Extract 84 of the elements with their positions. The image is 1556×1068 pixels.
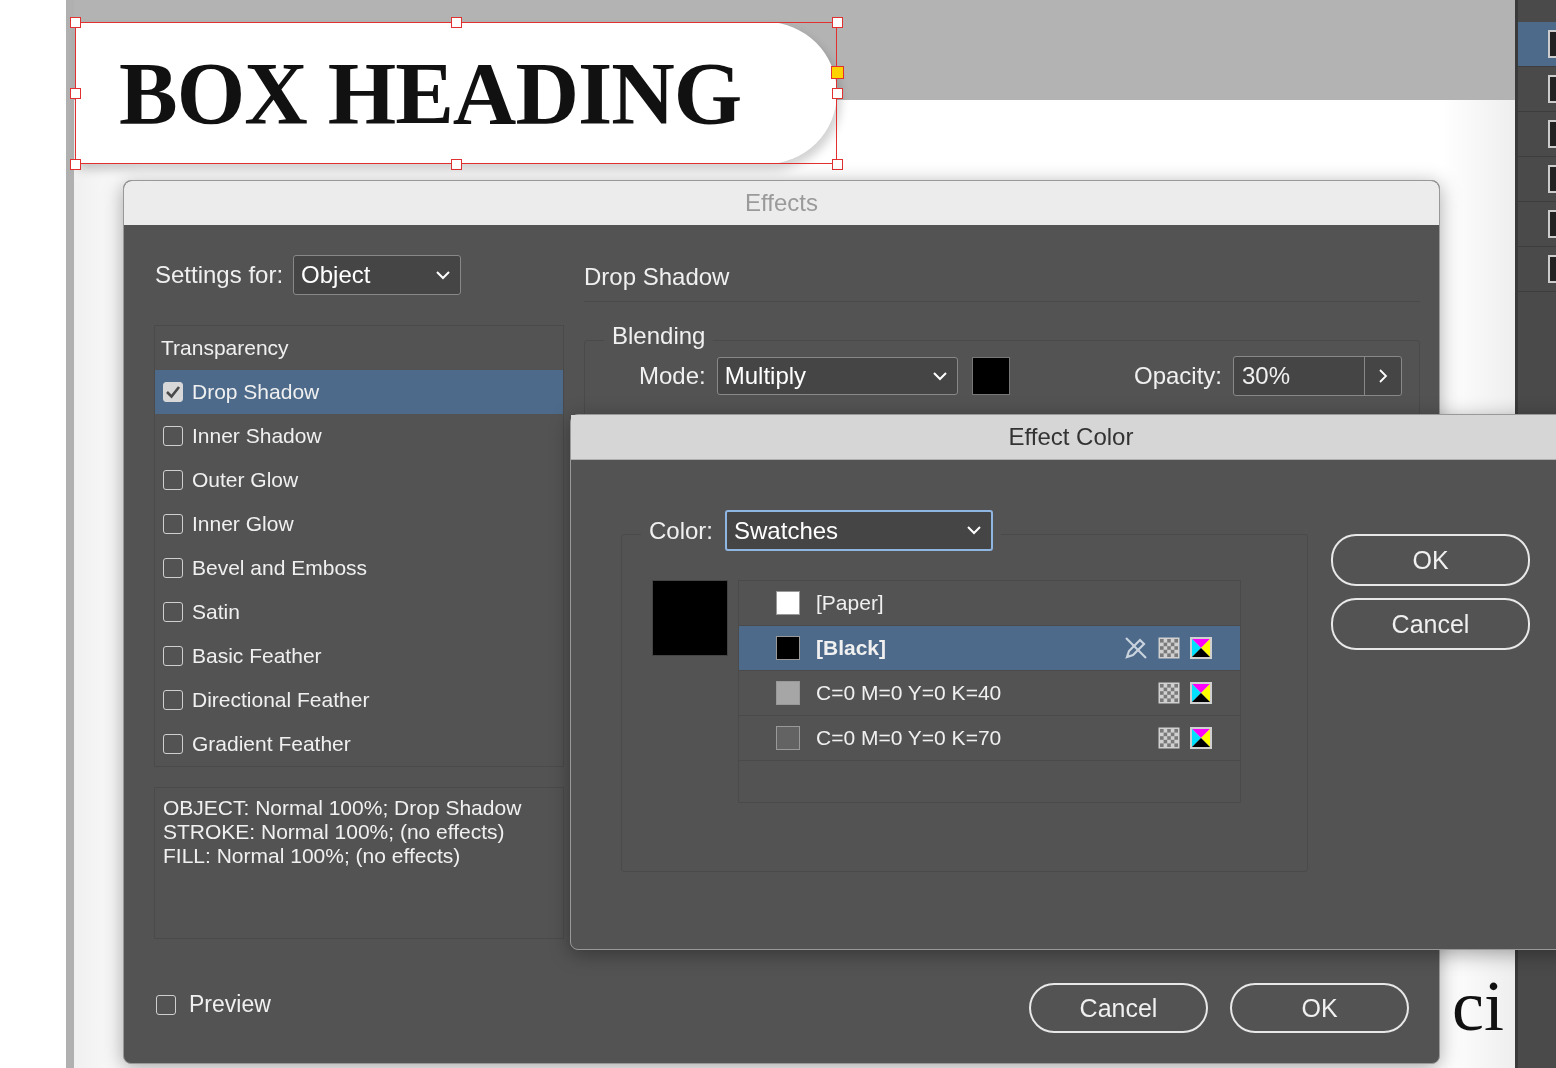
checkbox[interactable] — [163, 690, 183, 710]
mode-label: Mode: — [639, 362, 706, 390]
cmyk-icon — [1190, 727, 1212, 749]
dialog-button[interactable]: OK — [1331, 534, 1530, 586]
thumbnail-icon — [1548, 255, 1556, 283]
swatch-name: [Paper] — [816, 591, 885, 615]
effect-label: Satin — [192, 600, 240, 624]
resize-handle[interactable] — [70, 159, 81, 170]
dialog-button[interactable]: Cancel — [1331, 598, 1530, 650]
checkerboard-icon — [1158, 727, 1180, 749]
swatch-name: C=0 M=0 Y=0 K=70 — [816, 726, 1003, 750]
checkerboard-icon — [1158, 682, 1180, 704]
swatch-name: C=0 M=0 Y=0 K=40 — [816, 681, 1003, 705]
resize-handle[interactable] — [832, 159, 843, 170]
list-header: Transparency — [160, 335, 290, 361]
thumbnail-icon — [1548, 210, 1556, 238]
dialog-title: Effects — [124, 181, 1439, 225]
checkbox[interactable] — [163, 646, 183, 666]
effect-label: Gradient Feather — [192, 732, 351, 756]
checkbox[interactable] — [163, 558, 183, 578]
resize-handle[interactable] — [832, 17, 843, 28]
page-text: ci — [1452, 970, 1504, 1042]
dialog-button[interactable]: Cancel — [1029, 983, 1208, 1033]
thumbnail-icon — [1548, 165, 1556, 193]
checkbox[interactable] — [163, 734, 183, 754]
resize-handle[interactable] — [70, 88, 81, 99]
checkbox[interactable] — [163, 426, 183, 446]
swatch-row[interactable]: [Black] — [739, 626, 1240, 671]
resize-handle[interactable] — [832, 88, 843, 99]
summary-text: OBJECT: Normal 100%; Drop Shadow — [163, 796, 523, 820]
chevron-down-icon — [932, 371, 947, 381]
thumbnail-icon — [1548, 30, 1556, 58]
effect-item[interactable]: Satin — [155, 590, 563, 634]
effect-item[interactable]: Drop Shadow — [155, 370, 563, 414]
pencil-crossed-icon — [1124, 636, 1148, 660]
checkbox[interactable] — [156, 994, 176, 1015]
effect-label: Inner Shadow — [192, 424, 322, 448]
summary-text: STROKE: Normal 100%; (no effects) — [163, 820, 506, 844]
effect-item[interactable]: Inner Glow — [155, 502, 563, 546]
shadow-color-swatch[interactable] — [971, 357, 1010, 395]
cmyk-icon — [1190, 637, 1212, 659]
chevron-down-icon — [967, 526, 982, 535]
effect-label: Outer Glow — [192, 468, 299, 492]
swatch-row[interactable]: C=0 M=0 Y=0 K=40 — [739, 671, 1240, 716]
swatch-row[interactable]: C=0 M=0 Y=0 K=70 — [739, 716, 1240, 761]
color-dropdown[interactable]: Swatches — [725, 510, 994, 551]
effect-label: Inner Glow — [192, 512, 294, 536]
effect-item[interactable]: Directional Feather — [155, 678, 563, 722]
color-label: Color: — [649, 516, 714, 545]
resize-handle[interactable] — [70, 17, 81, 28]
chevron-down-icon — [436, 270, 451, 280]
cmyk-icon — [1190, 682, 1212, 704]
opacity-field[interactable]: 30% — [1233, 356, 1402, 396]
panel-row[interactable] — [1518, 22, 1556, 67]
effect-label: Basic Feather — [192, 644, 322, 668]
effect-label: Drop Shadow — [192, 380, 320, 404]
box-heading: BOX HEADING — [119, 43, 742, 144]
checkerboard-icon — [1158, 637, 1180, 659]
section-title: Drop Shadow — [584, 255, 1420, 302]
effect-label: Directional Feather — [192, 688, 370, 712]
preview-label: Preview — [189, 991, 271, 1018]
effect-item[interactable]: Basic Feather — [155, 634, 563, 678]
summary-text: FILL: Normal 100%; (no effects) — [163, 844, 462, 868]
checkbox[interactable] — [163, 470, 183, 490]
effect-item[interactable]: Outer Glow — [155, 458, 563, 502]
opacity-label: Opacity: — [1133, 362, 1222, 390]
dialog-button[interactable]: OK — [1230, 983, 1409, 1033]
effect-item[interactable]: Gradient Feather — [155, 722, 563, 766]
swatch-name: [Black] — [816, 636, 888, 660]
checkbox[interactable] — [163, 382, 183, 402]
settings-dropdown[interactable]: Object — [293, 255, 462, 295]
checkbox[interactable] — [163, 602, 183, 622]
effect-label: Bevel and Emboss — [192, 556, 368, 580]
mode-dropdown[interactable]: Multiply — [716, 357, 958, 395]
thumbnail-icon — [1548, 120, 1556, 148]
effect-item[interactable]: Bevel and Emboss — [155, 546, 563, 590]
settings-label: Settings for: — [155, 261, 284, 289]
chevron-right-icon — [1378, 369, 1388, 383]
checkbox[interactable] — [163, 514, 183, 534]
thumbnail-icon — [1548, 75, 1556, 103]
resize-handle[interactable] — [451, 17, 462, 28]
resize-handle[interactable] — [451, 159, 462, 170]
dialog-title: Effect Color — [571, 415, 1556, 460]
effect-item[interactable]: Inner Shadow — [155, 414, 563, 458]
